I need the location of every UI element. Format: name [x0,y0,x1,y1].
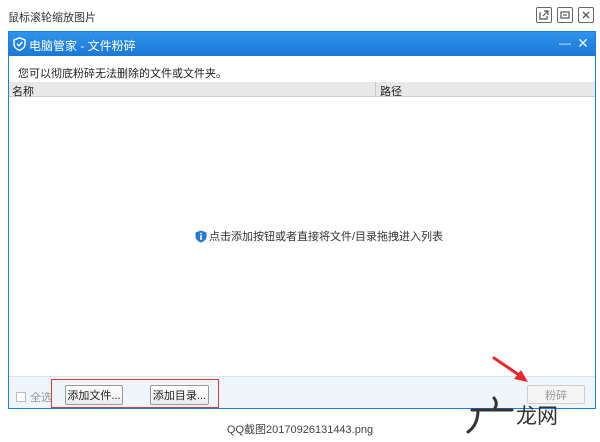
file-shredder-window: 电脑管家 - 文件粉碎 — ✕ 您可以彻底粉碎无法删除的文件或文件夹。 名称 路… [8,31,596,409]
watermark: 龙网 [464,396,558,434]
shield-icon [13,37,26,51]
viewer-title: 鼠标滚轮缩放图片 [8,12,96,24]
app-titlebar: 电脑管家 - 文件粉碎 — ✕ [9,32,595,56]
highlighted-button-group: 添加文件... 添加目录... [51,379,219,408]
watermark-logo-icon [466,396,514,434]
app-minimize-button[interactable]: — [557,34,573,52]
checkbox-box[interactable] [16,392,26,402]
open-external-icon[interactable] [536,7,552,23]
app-title: 电脑管家 - 文件粉碎 [29,39,136,53]
info-shield-icon [195,230,207,242]
column-path-header[interactable]: 路径 [380,83,402,99]
description-text: 您可以彻底粉碎无法删除的文件或文件夹。 [18,68,227,80]
file-table-header: 名称 路径 [9,82,595,99]
viewer-toolbar: 鼠标滚轮缩放图片 [0,0,600,30]
column-divider[interactable] [375,82,376,97]
empty-list-hint-text: 点击添加按钮或者直接将文件/目录拖拽进入列表 [209,231,444,243]
select-all-label: 全选 [30,392,52,404]
column-name-header[interactable]: 名称 [12,83,34,99]
watermark-text: 龙网 [516,404,558,428]
add-directory-button[interactable]: 添加目录... [150,385,209,405]
add-file-button[interactable]: 添加文件... [65,385,123,405]
app-close-button[interactable]: ✕ [575,34,591,52]
annotation-arrow-icon [492,356,528,382]
file-list[interactable]: 点击添加按钮或者直接将文件/目录拖拽进入列表 [9,98,595,376]
minimize-icon[interactable] [557,7,573,23]
select-all-checkbox[interactable]: 全选 [16,389,52,405]
close-icon[interactable] [578,7,594,23]
empty-list-hint: 点击添加按钮或者直接将文件/目录拖拽进入列表 [195,228,443,244]
